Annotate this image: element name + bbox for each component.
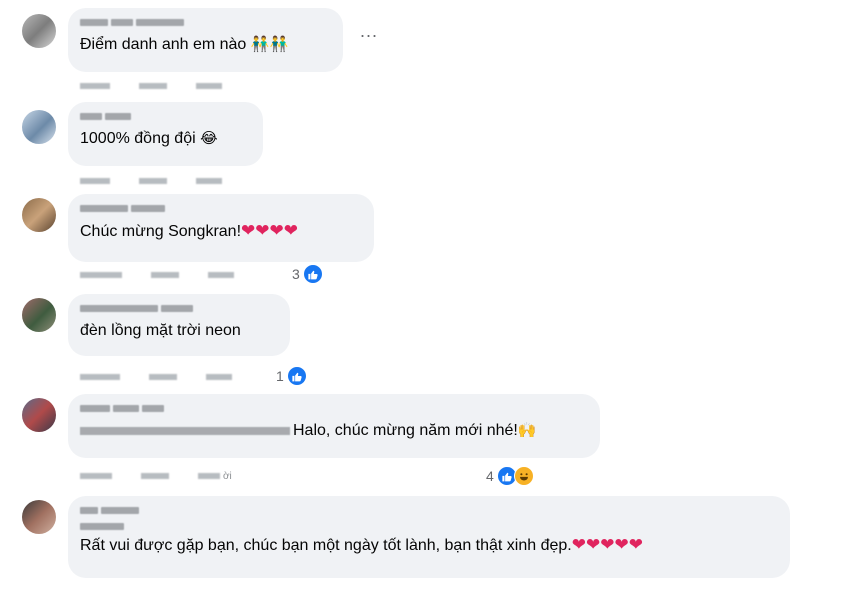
reaction-summary[interactable]: 1 bbox=[276, 366, 307, 386]
mention-blurred[interactable] bbox=[80, 426, 290, 435]
comment-actions[interactable] bbox=[80, 370, 235, 384]
comment-bubble: Halo, chúc mừng năm mới nhé!🙌 bbox=[68, 394, 600, 458]
reaction-summary[interactable]: 3 bbox=[292, 264, 323, 284]
comment-bubble: đèn lồng mặt trời neon bbox=[68, 294, 290, 356]
comment-bubble: 1000% đồng đội 😂 bbox=[68, 102, 263, 166]
like-thumb-icon bbox=[286, 366, 307, 386]
raised-hands-emoji-icon: 🙌 bbox=[517, 422, 537, 439]
author-name[interactable] bbox=[80, 402, 588, 414]
reaction-count: 1 bbox=[276, 368, 284, 384]
comment-bubble: Điểm danh anh em nào 👬👬 bbox=[68, 8, 343, 72]
people-emoji-icon: 👬👬 bbox=[250, 36, 289, 53]
avatar[interactable] bbox=[22, 198, 56, 232]
comment-text: 1000% đồng đội 😂 bbox=[80, 130, 218, 147]
comment-actions[interactable] bbox=[80, 268, 237, 282]
avatar[interactable] bbox=[22, 398, 56, 432]
comment-actions[interactable] bbox=[80, 79, 225, 93]
comment-text: Điểm danh anh em nào 👬👬 bbox=[80, 36, 289, 53]
laughing-emoji-icon: 😂 bbox=[200, 130, 218, 147]
reaction-summary[interactable]: 4 bbox=[486, 466, 534, 486]
author-name[interactable] bbox=[80, 110, 251, 122]
heart-emoji-icon: ❤❤❤❤❤ bbox=[571, 535, 643, 554]
author-name[interactable] bbox=[80, 16, 331, 28]
more-options-icon[interactable]: ... bbox=[360, 22, 378, 40]
comment-text: Halo, chúc mừng năm mới nhé!🙌 bbox=[80, 420, 588, 442]
comment-text: đèn lồng mặt trời neon bbox=[80, 322, 241, 339]
author-name[interactable] bbox=[80, 202, 362, 214]
comment-bubble: Rất vui được gặp bạn, chúc bạn một ngày … bbox=[68, 496, 790, 578]
author-name[interactable] bbox=[80, 504, 778, 516]
haha-face-icon bbox=[513, 466, 534, 486]
reaction-count: 4 bbox=[486, 468, 494, 484]
comment-text: Rất vui được gặp bạn, chúc bạn một ngày … bbox=[80, 535, 643, 554]
comment-actions[interactable]: ời bbox=[80, 469, 232, 483]
heart-emoji-icon: ❤❤❤❤ bbox=[241, 221, 298, 240]
like-thumb-icon bbox=[302, 264, 323, 284]
reaction-count: 3 bbox=[292, 266, 300, 282]
avatar[interactable] bbox=[22, 500, 56, 534]
action-suffix: ời bbox=[223, 470, 232, 482]
comment-actions[interactable] bbox=[80, 174, 225, 188]
avatar[interactable] bbox=[22, 110, 56, 144]
comment-text: Chúc mừng Songkran!❤❤❤❤ bbox=[80, 221, 298, 240]
author-subtitle bbox=[80, 520, 778, 532]
author-name[interactable] bbox=[80, 302, 278, 314]
comment-bubble: Chúc mừng Songkran!❤❤❤❤ bbox=[68, 194, 374, 262]
avatar[interactable] bbox=[22, 14, 56, 48]
avatar[interactable] bbox=[22, 298, 56, 332]
